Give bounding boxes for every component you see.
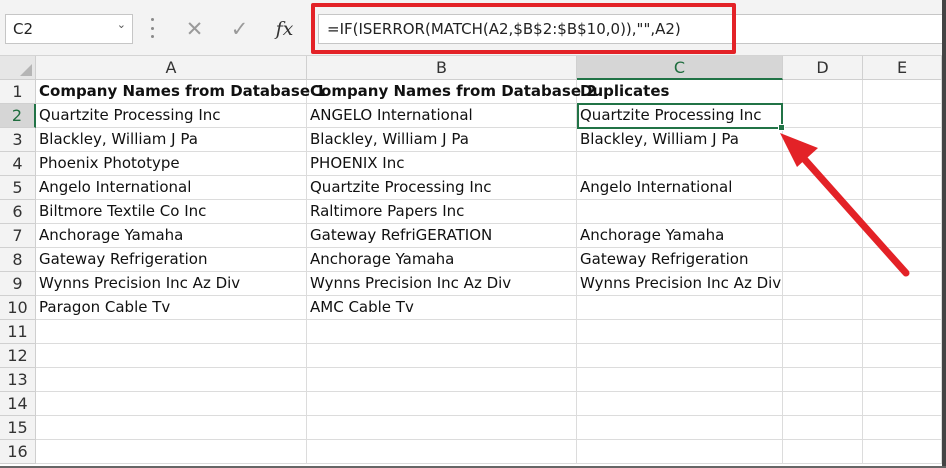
- window-edge: [942, 0, 946, 468]
- annotation-arrow-icon: [780, 133, 910, 277]
